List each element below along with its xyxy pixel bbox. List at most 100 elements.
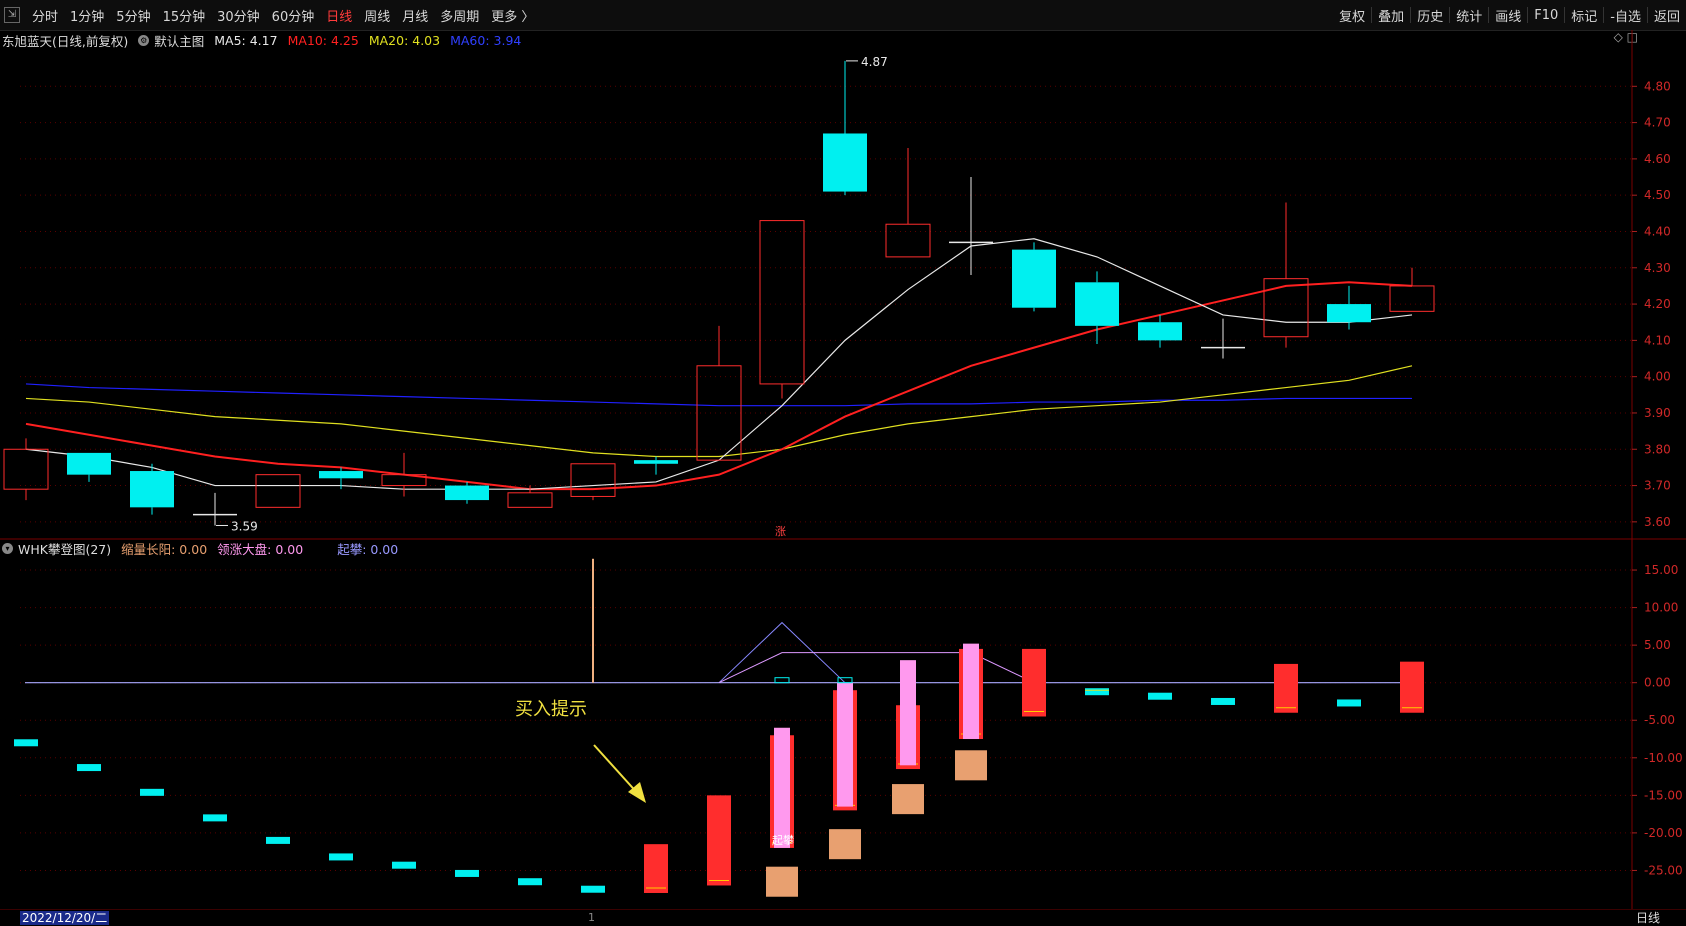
- high-price-label: 4.87: [861, 55, 888, 69]
- collapse-icon[interactable]: ⇲: [4, 7, 20, 23]
- indicator-tick-label: -25.00: [1644, 863, 1683, 877]
- tab-weekly[interactable]: 周线: [358, 6, 396, 25]
- price-tick-label: 4.60: [1644, 152, 1671, 166]
- cyan-marker: [581, 885, 605, 893]
- tab-30min[interactable]: 30分钟: [211, 6, 266, 25]
- period-toolbar: ⇲ 分时 1分钟 5分钟 15分钟 30分钟 60分钟 日线 周线 月线 多周期…: [0, 0, 1686, 31]
- mark-button[interactable]: 标记: [1565, 6, 1603, 25]
- limit-up-marker: 涨: [775, 525, 786, 538]
- cyan-marker: [14, 739, 38, 747]
- f10-button[interactable]: F10: [1528, 8, 1564, 23]
- cyan-marker: [1211, 697, 1235, 705]
- signal-line-2: [718, 652, 1035, 684]
- tab-multi-period[interactable]: 多周期: [434, 6, 485, 25]
- red-bar: [1400, 661, 1424, 713]
- cyan-marker: [392, 861, 416, 869]
- period-label: 日线: [1635, 911, 1660, 925]
- candle-up: [1263, 278, 1309, 338]
- back-button[interactable]: 返回: [1648, 6, 1686, 25]
- indicator-tick-label: -20.00: [1644, 826, 1683, 840]
- indicator-tick-label: -15.00: [1644, 788, 1683, 802]
- candle-down: [823, 133, 867, 192]
- orange-box: [766, 866, 798, 897]
- candle-up: [507, 492, 553, 508]
- red-bar: [1022, 648, 1046, 717]
- price-tick-label: 4.80: [1644, 79, 1671, 93]
- orange-box: [892, 784, 924, 815]
- orange-box: [829, 829, 861, 860]
- period-tabs: ⇲ 分时 1分钟 5分钟 15分钟 30分钟 60分钟 日线 周线 月线 多周期…: [0, 0, 540, 30]
- ma10-line: [25, 281, 1413, 491]
- history-button[interactable]: 历史: [1411, 6, 1449, 25]
- rise-label: 起攀: [772, 834, 794, 847]
- tab-1min[interactable]: 1分钟: [64, 6, 110, 25]
- indicator-tick-label: 0.00: [1644, 676, 1671, 690]
- tab-monthly[interactable]: 月线: [396, 6, 434, 25]
- ma60-line: [25, 383, 1412, 407]
- red-bar: [1274, 663, 1298, 713]
- remove-watchlist-button[interactable]: -自选: [1604, 6, 1647, 25]
- candle-up: [759, 220, 805, 385]
- cursor-marker: 1: [588, 911, 595, 924]
- tab-15min[interactable]: 15分钟: [157, 6, 212, 25]
- tab-daily[interactable]: 日线: [320, 6, 358, 25]
- candle-up: [696, 365, 742, 461]
- hollow-marker: [774, 677, 790, 684]
- candle-down: [319, 471, 363, 479]
- price-tick-label: 4.20: [1644, 297, 1671, 311]
- indicator-tick-label: 5.00: [1644, 638, 1671, 652]
- orange-box: [955, 750, 987, 781]
- buy-hint-label: 买入提示: [515, 699, 587, 720]
- cyan-marker: [266, 836, 290, 844]
- candle-down: [1075, 282, 1119, 326]
- chart-canvas[interactable]: 4.80 4.70 4.60 4.50 4.40 4.30 4.20 4.10 4.00 3.90…: [0, 30, 1686, 909]
- cyan-marker: [77, 764, 101, 772]
- indicator-tick-label: -5.00: [1644, 713, 1675, 727]
- candle-down: [1327, 304, 1371, 323]
- price-tick-label: 3.70: [1644, 479, 1671, 493]
- tab-60min[interactable]: 60分钟: [266, 6, 321, 25]
- candle-down: [1012, 249, 1056, 308]
- bottom-bar: 2022/12/20/二 1 日线: [0, 909, 1686, 926]
- cyan-marker: [1148, 692, 1172, 700]
- price-tick-label: 4.50: [1644, 188, 1671, 202]
- indicator-tick-label: 10.00: [1644, 601, 1678, 615]
- candle-up: [255, 474, 301, 508]
- ma20-line: [25, 365, 1413, 458]
- tool-buttons: 复权 叠加 历史 统计 画线 F10 标记 -自选 返回: [1333, 0, 1686, 30]
- cyan-marker: [1337, 699, 1361, 707]
- price-tick-label: 4.70: [1644, 116, 1671, 130]
- indicator-tick-label: -10.00: [1644, 751, 1683, 765]
- tab-5min[interactable]: 5分钟: [110, 6, 156, 25]
- cyan-marker: [518, 878, 542, 886]
- cyan-marker: [203, 814, 227, 822]
- stats-button[interactable]: 统计: [1450, 6, 1488, 25]
- price-tick-label: 4.00: [1644, 370, 1671, 384]
- indicator-tick-label: 15.00: [1644, 563, 1678, 577]
- price-tick-label: 3.90: [1644, 406, 1671, 420]
- cyan-marker: [329, 853, 353, 861]
- tab-more[interactable]: 更多 〉: [485, 6, 540, 25]
- pink-bar: [774, 727, 790, 848]
- candle-down: [634, 460, 678, 464]
- low-price-label: 3.59: [231, 519, 258, 533]
- cyan-marker: [1085, 688, 1109, 696]
- price-tick-label: 4.30: [1644, 261, 1671, 275]
- candle-down: [130, 471, 174, 508]
- red-bar: [644, 844, 668, 893]
- tab-fenshi[interactable]: 分时: [26, 6, 64, 25]
- candle-up: [3, 448, 49, 490]
- adjust-button[interactable]: 复权: [1333, 6, 1371, 25]
- pink-bar: [837, 682, 853, 807]
- candle-down: [67, 452, 111, 475]
- red-bar: [707, 795, 731, 886]
- candle-up: [885, 223, 931, 258]
- overlay-button[interactable]: 叠加: [1372, 6, 1410, 25]
- price-tick-label: 4.40: [1644, 224, 1671, 238]
- candle-down: [445, 485, 489, 501]
- candle-up: [570, 463, 616, 497]
- draw-button[interactable]: 画线: [1489, 6, 1527, 25]
- candle-down: [1138, 322, 1182, 341]
- price-tick-label: 3.60: [1644, 515, 1671, 529]
- cyan-marker: [455, 869, 479, 877]
